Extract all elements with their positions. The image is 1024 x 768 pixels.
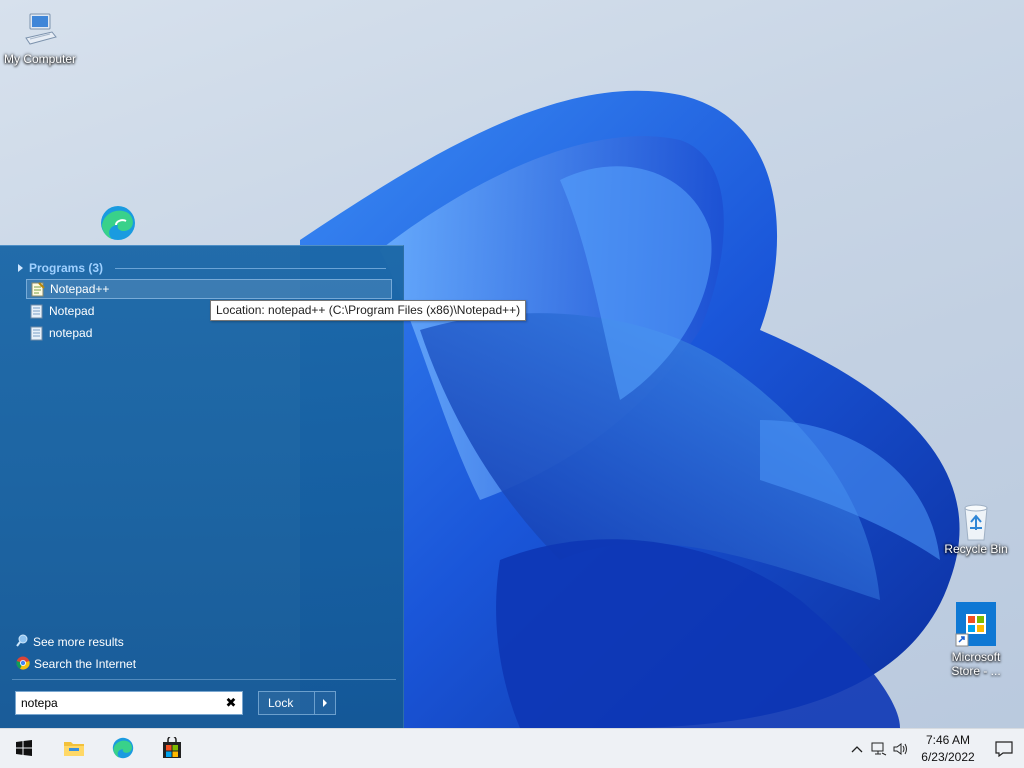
desktop-icon-edge[interactable]	[78, 203, 158, 245]
group-header-label: Programs (3)	[29, 261, 104, 275]
network-icon[interactable]	[868, 729, 890, 768]
notepadpp-icon	[31, 281, 45, 297]
see-more-results-link[interactable]: See more results	[16, 633, 124, 651]
desktop-icon-label: Recycle Bin	[944, 542, 1008, 556]
taskbar: 7:46 AM 6/23/2022	[0, 728, 1024, 768]
desktop-icon-my-computer[interactable]: My Computer	[0, 10, 80, 66]
start-menu-divider	[12, 679, 396, 680]
power-options-arrow[interactable]	[314, 692, 335, 714]
clock-time: 7:46 AM	[925, 733, 971, 747]
store-button[interactable]	[148, 729, 196, 768]
desktop-icon-microsoft-store[interactable]: Microsoft Store - ...	[936, 600, 1016, 678]
lock-button[interactable]: Lock	[258, 691, 336, 715]
programs-group-header[interactable]: Programs (3)	[16, 260, 386, 276]
taskbar-clock[interactable]: 7:46 AM 6/23/2022	[912, 732, 984, 766]
volume-icon[interactable]	[890, 729, 912, 768]
system-tray: 7:46 AM 6/23/2022	[846, 729, 1024, 768]
program-item-label: notepad	[49, 326, 93, 340]
desktop-icon-label: Microsoft Store - ...	[951, 650, 1001, 678]
notepad-icon	[30, 326, 44, 341]
edge-icon	[98, 203, 138, 243]
computer-icon	[20, 10, 60, 50]
lock-label: Lock	[268, 696, 294, 710]
program-item-notepad-lower[interactable]: notepad	[26, 323, 392, 343]
edge-icon	[111, 736, 135, 763]
folder-icon	[63, 739, 85, 760]
store-icon	[161, 734, 183, 762]
start-button[interactable]	[0, 729, 48, 768]
clock-date: 6/23/2022	[921, 750, 975, 764]
desktop-icon-label: My Computer	[3, 52, 77, 66]
chevron-up-icon[interactable]	[846, 729, 868, 768]
start-search-input[interactable]	[16, 693, 220, 713]
start-search-box: ✖	[15, 691, 243, 715]
location-tooltip: Location: notepad++ (C:\Program Files (x…	[210, 300, 527, 321]
group-divider	[115, 267, 386, 269]
see-more-label: See more results	[33, 635, 124, 649]
program-item-notepadpp[interactable]: Notepad++	[26, 279, 392, 299]
file-explorer-button[interactable]	[50, 729, 98, 768]
store-icon	[952, 600, 1000, 648]
search-internet-link[interactable]: Search the Internet	[16, 655, 136, 673]
edge-button[interactable]	[99, 729, 147, 768]
windows-icon	[16, 739, 32, 759]
search-icon	[16, 634, 29, 650]
recycle-bin-icon	[956, 500, 996, 541]
chevron-right-icon	[323, 699, 327, 707]
search-internet-label: Search the Internet	[34, 657, 137, 671]
close-icon[interactable]: ✖	[220, 695, 242, 711]
desktop-icon-recycle-bin[interactable]: Recycle Bin	[936, 500, 1016, 556]
program-item-label: Notepad++	[50, 282, 110, 296]
notification-icon[interactable]	[984, 729, 1024, 768]
program-item-label: Notepad	[49, 304, 95, 318]
notepad-icon	[30, 304, 44, 319]
chrome-icon	[16, 656, 30, 673]
expand-triangle-icon	[18, 264, 23, 272]
